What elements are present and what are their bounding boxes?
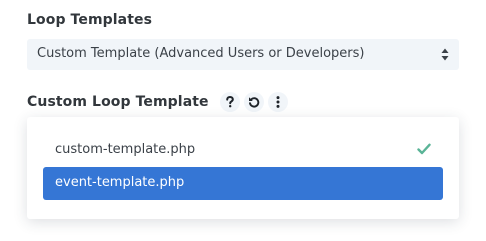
custom-loop-template-header: Custom Loop Template — [27, 91, 288, 113]
option-label: event-template.php — [55, 175, 185, 190]
settings-panel: Loop Templates Custom Template (Advanced… — [0, 0, 486, 241]
loop-templates-label: Loop Templates — [27, 12, 153, 28]
checkmark-icon — [417, 143, 431, 155]
custom-loop-template-label: Custom Loop Template — [27, 94, 209, 110]
loop-templates-selected-value: Custom Template (Advanced Users or Devel… — [37, 46, 365, 61]
question-mark-icon — [225, 96, 234, 108]
option-custom-template[interactable]: custom-template.php — [43, 134, 443, 167]
custom-loop-template-dropdown: custom-template.php event-template.php — [27, 117, 459, 219]
more-options-button[interactable] — [267, 92, 288, 112]
option-event-template[interactable]: event-template.php — [43, 167, 443, 200]
reset-button[interactable] — [243, 92, 264, 112]
option-label: custom-template.php — [55, 142, 196, 157]
vertical-ellipsis-icon — [276, 96, 280, 108]
select-arrows-icon — [441, 48, 449, 61]
reset-undo-icon — [248, 97, 259, 108]
loop-templates-select[interactable]: Custom Template (Advanced Users or Devel… — [27, 39, 459, 70]
help-button[interactable] — [219, 92, 240, 112]
